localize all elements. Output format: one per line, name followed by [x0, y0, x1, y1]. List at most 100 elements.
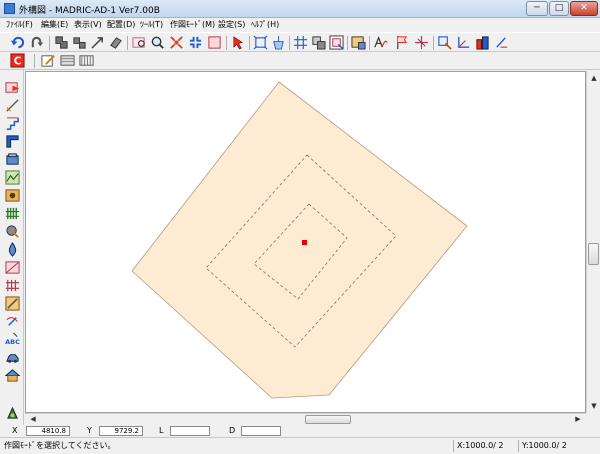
- fence-icon[interactable]: [5, 206, 20, 221]
- distance-field[interactable]: [241, 426, 281, 436]
- menu-settings[interactable]: 設定(S): [218, 19, 245, 31]
- center-marker[interactable]: [302, 240, 307, 245]
- text-style-icon[interactable]: [373, 35, 388, 50]
- toolbar-separator: [249, 36, 250, 50]
- car-icon[interactable]: [5, 350, 20, 365]
- arrow-line-icon[interactable]: [90, 35, 105, 50]
- stair-icon[interactable]: [5, 116, 20, 131]
- scroll-left-icon[interactable]: ◀: [27, 414, 39, 424]
- l-label: L: [159, 426, 164, 435]
- pattern-icon[interactable]: [79, 53, 94, 68]
- toolbar-separator: [347, 36, 348, 50]
- menu-draw-mode[interactable]: 作図ﾓｰﾄﾞ(M): [170, 19, 215, 31]
- y-label: Y: [87, 426, 92, 435]
- toolbar-separator: [34, 54, 35, 68]
- close-button[interactable]: ✕: [570, 1, 598, 16]
- status-message: 作図ﾓｰﾄﾞを選択してください。: [4, 441, 116, 450]
- left-toolbar: ABC: [0, 70, 24, 426]
- tree-icon[interactable]: [5, 224, 20, 239]
- x-label: X: [12, 426, 18, 435]
- menu-bar: ﾌｧｲﾙ(F) 編集(E) 表示(V) 配置(D) ﾂｰﾙ(T) 作図ﾓｰﾄﾞ(…: [0, 18, 600, 32]
- rotate-icon[interactable]: [5, 314, 20, 329]
- wall-icon[interactable]: [5, 134, 20, 149]
- slope-icon[interactable]: [5, 260, 20, 275]
- vertical-scroll-thumb[interactable]: [588, 243, 599, 265]
- grid-icon[interactable]: [293, 35, 308, 50]
- eraser-icon[interactable]: [108, 35, 123, 50]
- place-object-icon[interactable]: [5, 80, 20, 95]
- x-coordinate-field[interactable]: 4810.8: [26, 426, 70, 436]
- zoom-window-icon[interactable]: [132, 35, 147, 50]
- maximize-button[interactable]: □: [549, 1, 569, 16]
- redraw-icon[interactable]: [207, 35, 222, 50]
- length-field[interactable]: [170, 426, 210, 436]
- undo-icon[interactable]: [10, 35, 25, 50]
- app-icon: [4, 3, 15, 14]
- frame-icon[interactable]: [329, 35, 344, 50]
- zoom-extents-icon[interactable]: [169, 35, 184, 50]
- y-coordinate-field[interactable]: 9729.2: [99, 426, 143, 436]
- title-bar: 外構図 - MADRIC-AD-1 Ver7.00B ─ □ ✕: [0, 0, 600, 18]
- measure-icon[interactable]: [271, 35, 286, 50]
- hatch-icon[interactable]: [60, 53, 75, 68]
- toolbar-separator: [49, 36, 50, 50]
- scroll-right-icon[interactable]: ▶: [572, 414, 584, 424]
- redo-icon[interactable]: [30, 35, 45, 50]
- d-label: D: [229, 426, 236, 435]
- corner-icon[interactable]: [456, 35, 471, 50]
- zoom-fit-icon[interactable]: [188, 35, 203, 50]
- text-abc-icon[interactable]: ABC: [5, 332, 20, 347]
- crosshair-icon[interactable]: [414, 35, 429, 50]
- minimize-button[interactable]: ─: [526, 1, 548, 16]
- c-mode-icon[interactable]: C: [10, 53, 25, 68]
- site-boundary-shape[interactable]: [131, 81, 468, 399]
- menu-help[interactable]: ﾍﾙﾌﾟ(H): [251, 19, 279, 31]
- rectangle-select-icon[interactable]: [253, 35, 268, 50]
- block-icon[interactable]: [5, 152, 20, 167]
- rail-icon[interactable]: [5, 278, 20, 293]
- select-arrow-icon[interactable]: [231, 35, 246, 50]
- menu-place[interactable]: 配置(D): [107, 19, 135, 31]
- toolbar-separator: [226, 36, 227, 50]
- menu-tool[interactable]: ﾂｰﾙ(T): [140, 19, 163, 31]
- draw-line-icon[interactable]: [5, 98, 20, 113]
- pen-icon[interactable]: [494, 35, 509, 50]
- copy-shape-icon[interactable]: [54, 35, 69, 50]
- plant-icon[interactable]: [5, 188, 20, 203]
- horizontal-scroll-thumb[interactable]: [305, 415, 351, 424]
- toolbar-separator: [433, 36, 434, 50]
- svg-text:C: C: [14, 55, 22, 67]
- site-plan-drawing: [131, 81, 468, 399]
- move-shape-icon[interactable]: [72, 35, 87, 50]
- edit-shape-icon[interactable]: [5, 296, 20, 311]
- water-icon[interactable]: [5, 242, 20, 257]
- x-scale-pane: X:1000.0/ 2: [453, 440, 517, 452]
- menu-edit[interactable]: 編集(E): [41, 19, 68, 31]
- horizontal-scrollbar[interactable]: ◀ ▶: [25, 413, 586, 425]
- drawing-canvas[interactable]: [25, 71, 586, 413]
- image-icon[interactable]: [351, 35, 366, 50]
- menu-file[interactable]: ﾌｧｲﾙ(F): [6, 19, 33, 31]
- building-icon[interactable]: [475, 35, 490, 50]
- status-bar: 作図ﾓｰﾄﾞを選択してください。 X:1000.0/ 2 Y:1000.0/ 2: [0, 437, 600, 454]
- layer-icon[interactable]: [311, 35, 326, 50]
- zoom-icon[interactable]: [150, 35, 165, 50]
- scroll-up-icon[interactable]: ▲: [588, 73, 600, 83]
- toolbar-separator: [369, 36, 370, 50]
- menu-view[interactable]: 表示(V): [74, 19, 102, 31]
- toolbar-separator: [127, 36, 128, 50]
- draw-pencil-icon[interactable]: [41, 53, 56, 68]
- scroll-down-icon[interactable]: ▼: [588, 401, 600, 411]
- secondary-toolbar: C: [0, 52, 600, 70]
- coordinate-bar: X 4810.8 Y 9729.2 L D: [0, 425, 600, 437]
- flag-icon[interactable]: [395, 35, 410, 50]
- terrain-icon[interactable]: [5, 170, 20, 185]
- house-icon[interactable]: [5, 368, 20, 383]
- window-title: 外構図 - MADRIC-AD-1 Ver7.00B: [19, 6, 160, 16]
- y-scale-pane: Y:1000.0/ 2: [518, 440, 588, 452]
- vertical-scrollbar[interactable]: ▲ ▼: [586, 71, 600, 413]
- lasso-icon[interactable]: [437, 35, 452, 50]
- settings-tool-icon[interactable]: [5, 406, 20, 421]
- toolbar-separator: [289, 36, 290, 50]
- svg-text:ABC: ABC: [5, 338, 20, 346]
